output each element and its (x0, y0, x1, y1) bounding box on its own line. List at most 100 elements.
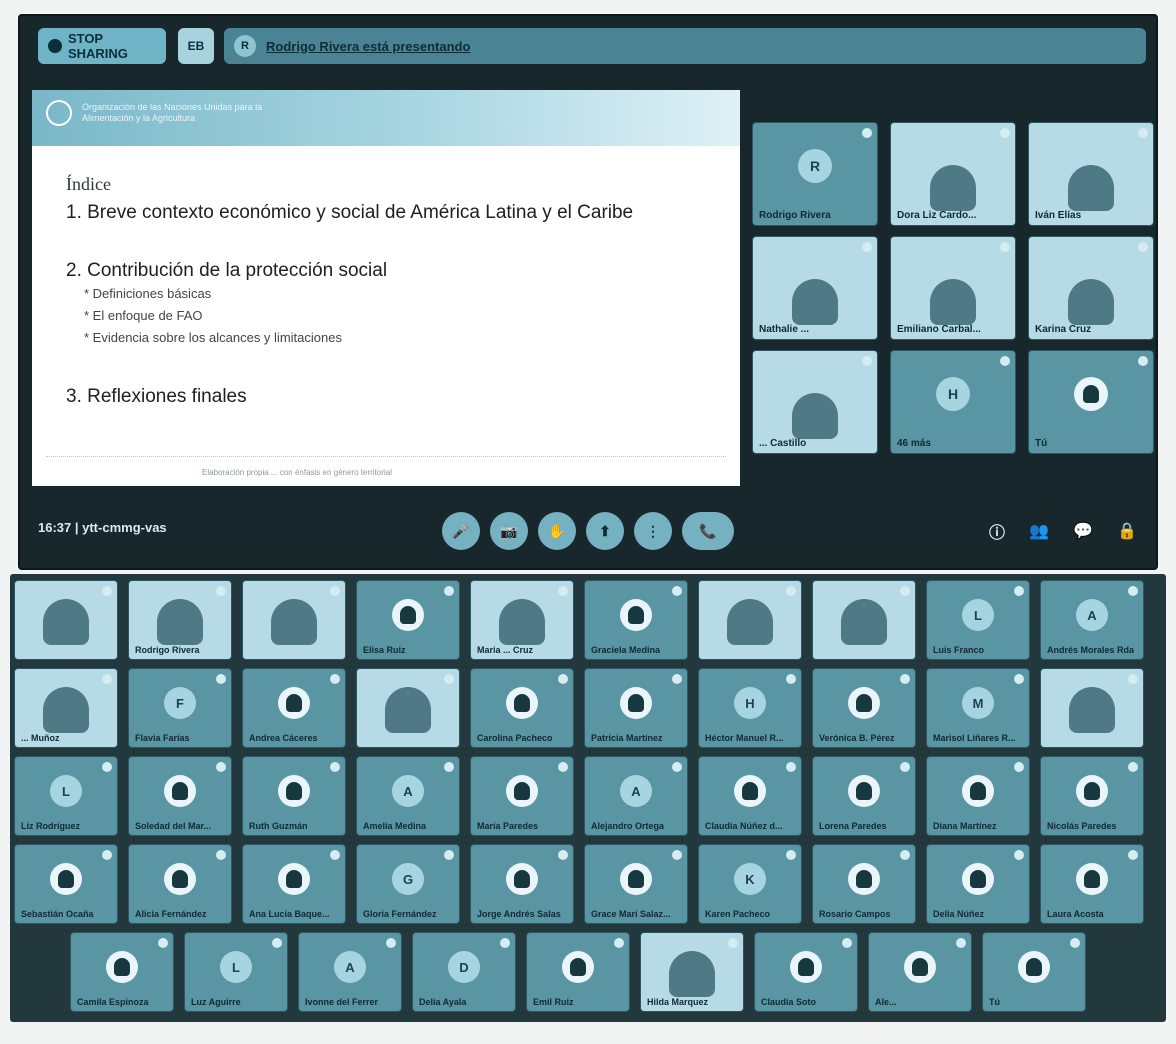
participant-tile[interactable]: A Amelia Medina (356, 756, 460, 836)
more-options-button[interactable]: ⋮ (634, 512, 672, 550)
participant-tile[interactable]: Verónica B. Pérez (812, 668, 916, 748)
participant-tile[interactable]: Nathalie ... (752, 236, 878, 340)
participant-tile[interactable]: Elisa Ruiz (356, 580, 460, 660)
participant-tile[interactable]: A Ivonne del Ferrer (298, 932, 402, 1012)
meeting-info: 16:37 | ytt-cmmg-vas (38, 520, 167, 535)
participant-tile[interactable]: Soledad del Mar... (128, 756, 232, 836)
participant-avatar: A (334, 951, 366, 984)
participant-avatar: F (164, 687, 196, 720)
mic-muted-icon (1138, 242, 1148, 252)
participant-video (1069, 687, 1115, 733)
participant-tile[interactable]: Diana Martínez (926, 756, 1030, 836)
participant-avatar (1018, 951, 1050, 984)
participant-tile[interactable]: Delia Núñez (926, 844, 1030, 924)
participant-tile[interactable]: H Héctor Manuel R... (698, 668, 802, 748)
present-button[interactable]: ⬆ (586, 512, 624, 550)
chat-icon: 💬 (1073, 523, 1093, 540)
mic-muted-icon (1138, 356, 1148, 366)
participant-tile[interactable]: Hilda Marquez (640, 932, 744, 1012)
participant-tile[interactable]: Nicolás Paredes (1040, 756, 1144, 836)
participant-tile[interactable]: María Paredes (470, 756, 574, 836)
participant-tile[interactable]: D Delia Ayala (412, 932, 516, 1012)
participant-avatar: L (220, 951, 252, 984)
presenter-avatar: R (234, 35, 256, 57)
participant-avatar (620, 687, 652, 720)
stop-sharing-button[interactable]: STOP SHARING (38, 28, 166, 64)
participant-avatar (506, 687, 538, 720)
participant-tile[interactable]: Iván Elías (1028, 122, 1154, 226)
participant-tile[interactable]: Rosario Campos (812, 844, 916, 924)
layout-button[interactable]: EB (178, 28, 214, 64)
participant-tile[interactable]: L Liz Rodríguez (14, 756, 118, 836)
participant-tile[interactable]: Maria ... Cruz (470, 580, 574, 660)
info-button[interactable]: ⓘ (986, 520, 1008, 542)
participant-avatar (1074, 376, 1108, 411)
participant-tile[interactable]: L Luis Franco (926, 580, 1030, 660)
participant-tile[interactable] (812, 580, 916, 660)
people-button[interactable]: 👥 (1028, 520, 1050, 542)
microphone-button[interactable]: 🎤 (442, 512, 480, 550)
participant-tile[interactable]: Emil Ruiz (526, 932, 630, 1012)
participant-tile[interactable]: F Flavia Farías (128, 668, 232, 748)
lock-icon: 🔒 (1117, 523, 1137, 540)
participant-tile[interactable]: ... Muñoz (14, 668, 118, 748)
participant-tile[interactable]: ... Castillo (752, 350, 878, 454)
participant-tile[interactable]: A Alejandro Ortega (584, 756, 688, 836)
participant-tile[interactable] (698, 580, 802, 660)
participant-tile[interactable]: Ale... (868, 932, 972, 1012)
participant-name: Claudia Núñez d... (705, 821, 783, 831)
participant-tile[interactable]: Claudia Núñez d... (698, 756, 802, 836)
participant-tile[interactable]: Emiliano Carbal... (890, 236, 1016, 340)
participant-tile[interactable]: Tú (1028, 350, 1154, 454)
participant-name: Tú (989, 997, 1000, 1007)
participant-tile[interactable]: R Rodrigo Rivera (752, 122, 878, 226)
chat-button[interactable]: 💬 (1072, 520, 1094, 542)
participant-tile[interactable]: H 46 más (890, 350, 1016, 454)
participant-tile[interactable] (14, 580, 118, 660)
participant-avatar: A (1076, 599, 1108, 632)
participant-tile[interactable]: Claudia Soto (754, 932, 858, 1012)
participant-tile[interactable]: L Luz Aguirre (184, 932, 288, 1012)
mic-muted-icon (1000, 242, 1010, 252)
participant-tile[interactable]: Tú (982, 932, 1086, 1012)
participant-tile[interactable]: Camila Espinoza (70, 932, 174, 1012)
participant-tile[interactable] (356, 668, 460, 748)
mic-muted-icon (216, 586, 226, 596)
participant-tile[interactable]: Patricia Martínez (584, 668, 688, 748)
participant-avatar (278, 863, 310, 896)
fao-logo-icon (46, 100, 72, 126)
participant-name: Liz Rodríguez (21, 821, 80, 831)
participant-tile[interactable]: Ana Lucía Baque... (242, 844, 346, 924)
participant-tile[interactable]: Karina Cruz (1028, 236, 1154, 340)
participant-avatar (506, 863, 538, 896)
participant-avatar (392, 599, 424, 632)
participant-tile[interactable]: M Marisol Liñares R... (926, 668, 1030, 748)
participant-tile[interactable]: Andrea Cáceres (242, 668, 346, 748)
participant-tile[interactable]: Graciela Medina (584, 580, 688, 660)
participant-tile[interactable]: K Karen Pacheco (698, 844, 802, 924)
participant-tile[interactable]: Jorge Andrés Salas (470, 844, 574, 924)
participant-tile[interactable]: Grace Marí Salaz... (584, 844, 688, 924)
participant-tile[interactable]: G Gloria Fernández (356, 844, 460, 924)
participant-tile[interactable]: Dora Liz Cardo... (890, 122, 1016, 226)
participant-avatar (848, 687, 880, 720)
participant-tile[interactable]: Laura Acosta (1040, 844, 1144, 924)
mic-muted-icon (1128, 674, 1138, 684)
participant-tile[interactable]: Rodrigo Rivera (128, 580, 232, 660)
mic-muted-icon (216, 850, 226, 860)
leave-call-button[interactable]: 📞 (682, 512, 734, 550)
participant-tile[interactable]: Lorena Paredes (812, 756, 916, 836)
host-controls-button[interactable]: 🔒 (1116, 520, 1138, 542)
participant-tile[interactable]: Alicia Fernández (128, 844, 232, 924)
participant-tile[interactable]: Ruth Guzmán (242, 756, 346, 836)
participant-tile[interactable]: Carolina Pacheco (470, 668, 574, 748)
camera-button[interactable]: 📷 (490, 512, 528, 550)
mic-muted-icon (102, 586, 112, 596)
raise-hand-button[interactable]: ✋ (538, 512, 576, 550)
participant-tile[interactable] (1040, 668, 1144, 748)
participant-tile[interactable]: A Andrés Morales Rda (1040, 580, 1144, 660)
participant-tile[interactable]: Sebastián Ocaña (14, 844, 118, 924)
participant-tile[interactable] (242, 580, 346, 660)
participant-name: Claudia Soto (761, 997, 817, 1007)
mic-muted-icon (444, 674, 454, 684)
